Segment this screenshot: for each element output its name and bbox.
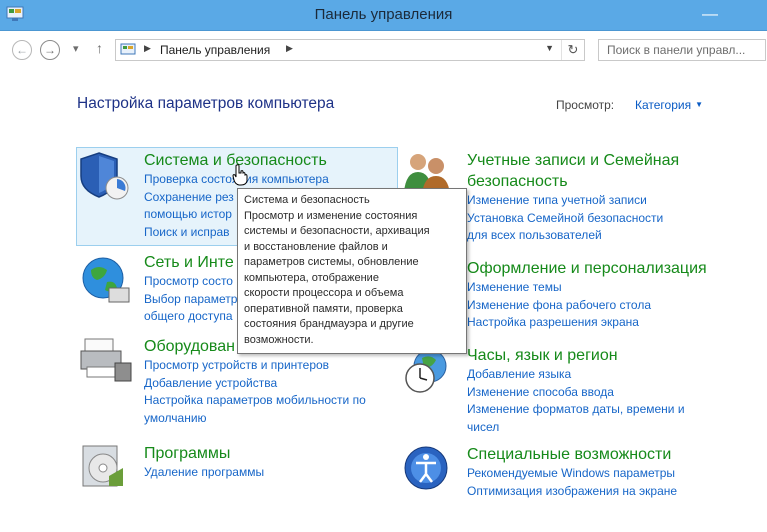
navigation-bar: ← → ▾ ↑ ▶ Панель управления ▶ ▼ ↻ Поиск … (0, 31, 767, 69)
tooltip-line: компьютера, отображение (244, 271, 379, 284)
category-programs: Программы Удаление программы (144, 443, 264, 482)
up-button[interactable]: ↑ (96, 40, 103, 56)
category-title[interactable]: Сеть и Инте (144, 252, 237, 273)
refresh-icon[interactable]: ↻ (561, 40, 584, 60)
address-dropdown-icon[interactable]: ▼ (545, 43, 554, 53)
category-title[interactable]: Часы, язык и регион (467, 345, 685, 366)
category-title[interactable]: Специальные возможности (467, 444, 677, 465)
category-title-line[interactable]: безопасность (467, 171, 679, 192)
category-link[interactable]: умолчанию (144, 410, 366, 428)
category-clock-language-region: Часы, язык и регион Добавление языка Изм… (467, 345, 685, 436)
view-label: Просмотр: (556, 98, 615, 112)
view-mode-value: Категория (635, 98, 692, 112)
tooltip-line: Система и безопасность (244, 194, 370, 206)
category-ease-of-access: Специальные возможности Рекомендуемые Wi… (467, 444, 677, 500)
category-title-line[interactable]: Учетные записи и Семейная (467, 150, 679, 171)
category-link[interactable]: Добавление устройства (144, 375, 366, 393)
breadcrumb-separator-icon[interactable]: ▶ (286, 43, 293, 54)
category-link[interactable]: чисел (467, 419, 685, 437)
tooltip-line: параметров системы, обновление (244, 256, 419, 268)
category-link[interactable]: Настройка разрешения экрана (467, 314, 707, 332)
ease-of-access-icon[interactable] (402, 444, 452, 494)
tooltip-line: состояния брандмауэра и другие (244, 318, 414, 330)
search-input[interactable]: Поиск в панели управл... (598, 39, 766, 61)
printer-icon[interactable] (79, 333, 133, 385)
category-link[interactable]: Изменение форматов даты, времени и (467, 401, 685, 419)
page-title: Настройка параметров компьютера (77, 95, 335, 112)
category-tooltip: Система и безопасность Просмотр и измене… (237, 188, 467, 354)
category-link[interactable]: Добавление языка (467, 366, 685, 384)
back-button[interactable]: ← (12, 40, 32, 60)
category-link[interactable]: Изменение способа ввода (467, 384, 685, 402)
title-bar: Панель управления — (0, 0, 767, 31)
tooltip-line: Просмотр и изменение состояния (244, 209, 418, 222)
tooltip-line: оперативной памяти, проверка (244, 302, 403, 315)
chevron-down-icon: ▼ (695, 100, 704, 109)
minimize-button[interactable]: — (693, 0, 727, 30)
category-network: Сеть и Инте Просмотр состо Выбор парамет… (144, 252, 237, 326)
category-link[interactable]: Оптимизация изображения на экране (467, 483, 677, 501)
recent-pages-button[interactable]: ▾ (73, 42, 79, 55)
breadcrumb-control-panel[interactable]: Панель управления (160, 43, 270, 57)
category-link[interactable]: общего доступа (144, 308, 237, 326)
category-link[interactable]: для всех пользователей (467, 227, 679, 245)
view-mode-dropdown[interactable]: Категория ▼ (635, 98, 703, 112)
category-link[interactable]: Изменение фона рабочего стола (467, 297, 707, 315)
category-user-accounts: Учетные записи и Семейная безопасность И… (451, 150, 679, 245)
category-title[interactable]: Программы (144, 443, 264, 464)
hand-cursor-icon (232, 164, 248, 186)
tooltip-line: и восстановление файлов и (244, 240, 388, 253)
category-link[interactable]: Настройка параметров мобильности по (144, 392, 366, 410)
programs-box-icon[interactable] (79, 440, 133, 490)
category-title[interactable]: Оформление и персонализация (467, 258, 707, 279)
tooltip-line: системы и безопасности, архивация (244, 225, 430, 237)
forward-button[interactable]: → (40, 40, 60, 60)
category-link[interactable]: Установка Семейной безопасности (451, 210, 679, 228)
category-link[interactable]: Просмотр состо (144, 273, 237, 291)
tooltip-line: скорости процессора и объема (244, 287, 404, 299)
category-link[interactable]: Выбор параметр (144, 291, 237, 309)
category-appearance: Оформление и персонализация Изменение те… (467, 258, 707, 332)
control-panel-icon (120, 43, 136, 55)
breadcrumb-separator-icon: ▶ (144, 43, 151, 53)
window-title: Панель управления (314, 6, 453, 23)
tooltip-line: возможности. (244, 333, 314, 346)
category-link[interactable]: Рекомендуемые Windows параметры (467, 465, 677, 483)
category-link[interactable]: Просмотр устройств и принтеров (144, 357, 366, 375)
category-link[interactable]: Удаление программы (144, 464, 264, 482)
category-link[interactable]: Изменение типа учетной записи (451, 192, 679, 210)
category-link[interactable]: Изменение темы (467, 279, 707, 297)
address-bar[interactable]: ▶ Панель управления ▶ ▼ ↻ (115, 39, 585, 61)
network-globe-icon[interactable] (79, 254, 131, 306)
shield-icon[interactable] (79, 150, 133, 200)
